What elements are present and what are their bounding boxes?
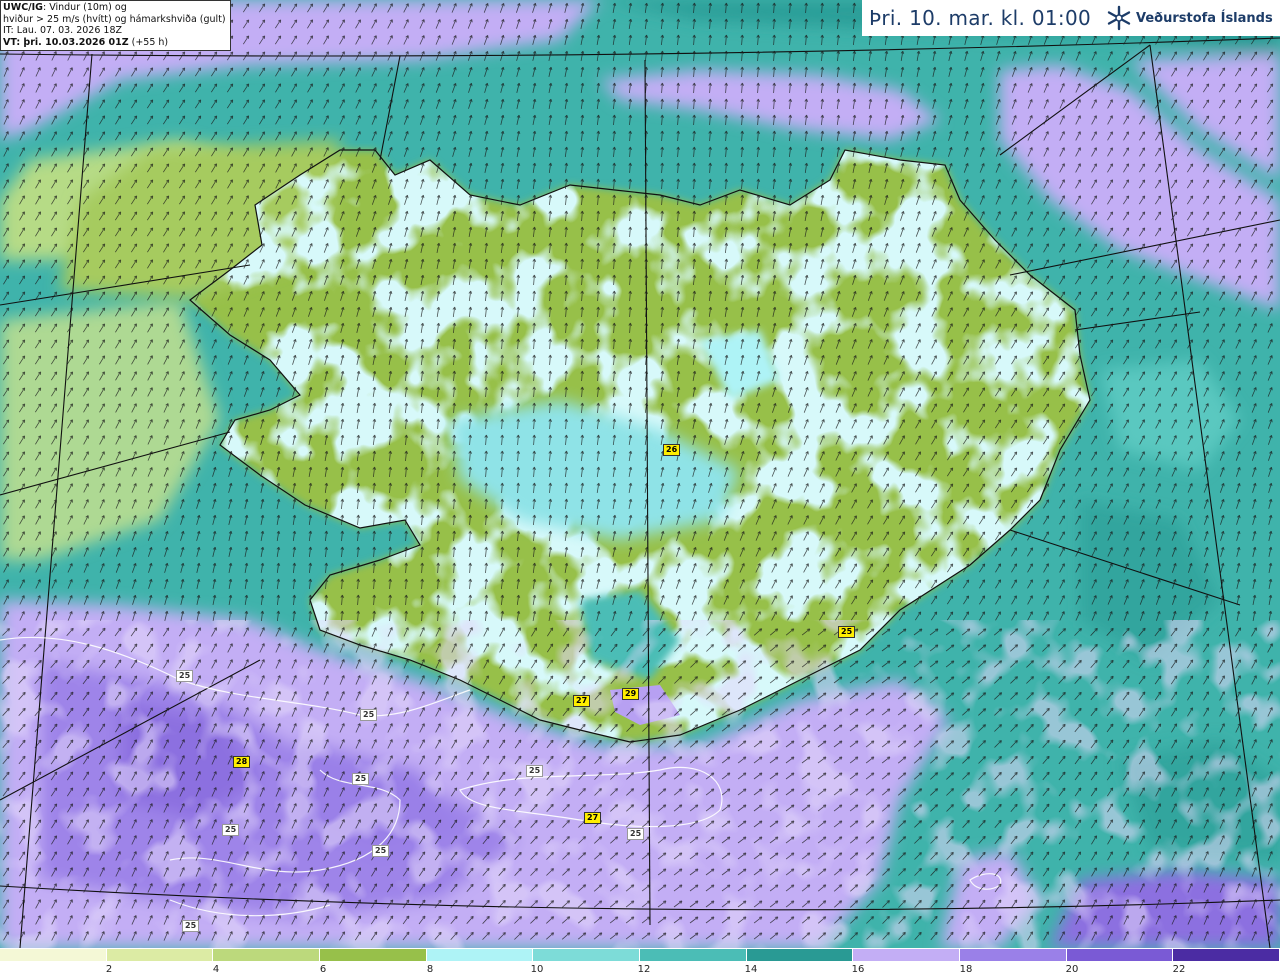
valid-time-title: Þri. 10. mar. kl. 01:00 xyxy=(869,6,1091,30)
gust-contour-label: 25 xyxy=(372,845,390,857)
legend-tick: 20 xyxy=(1065,964,1079,975)
wind-speed-legend: 2 4 6 8 10 12 14 16 18 20 22 xyxy=(0,948,1280,978)
weather-map xyxy=(0,0,1280,948)
legend-tick: 4 xyxy=(212,964,220,975)
info-line2: hviður > 25 m/s (hvítt) og hámarkshviða … xyxy=(3,13,226,25)
gust-contour-label: 25 xyxy=(627,828,645,840)
legend-tick: 6 xyxy=(319,964,327,975)
header-bar: Þri. 10. mar. kl. 01:00 Veðurstofa Íslan… xyxy=(862,0,1280,36)
brand: Veðurstofa Íslands xyxy=(1105,4,1273,32)
legend-color-segment xyxy=(533,949,640,961)
gust-contour-label: 25 xyxy=(222,824,240,836)
gust-contour-label: 25 xyxy=(182,920,200,932)
gust-contour-label: 25 xyxy=(360,709,378,721)
info-line3: IT: Lau. 07. 03. 2026 18Z xyxy=(3,25,123,36)
legend-color-segment xyxy=(106,949,214,961)
legend-color-segment xyxy=(1173,949,1280,961)
gust-max-label: 27 xyxy=(584,812,602,824)
legend-tick: 10 xyxy=(530,964,544,975)
legend-tick: 16 xyxy=(851,964,865,975)
legend-color-segment xyxy=(426,949,534,961)
brand-name: Veðurstofa Íslands xyxy=(1136,10,1273,26)
model-info-box: UWC/IG: Vindur (10m) og hviður > 25 m/s … xyxy=(0,0,231,51)
snowflake-logo-icon xyxy=(1107,5,1131,31)
legend-tick: 14 xyxy=(744,964,758,975)
legend-tick: 8 xyxy=(426,964,434,975)
gust-max-label: 25 xyxy=(838,626,856,638)
gust-max-label: 26 xyxy=(663,444,681,456)
legend-color-segment xyxy=(853,949,960,961)
legend-color-segment xyxy=(959,949,1067,961)
lead-time: (+55 h) xyxy=(128,36,169,48)
legend-tick: 2 xyxy=(105,964,113,975)
gust-contour-label: 25 xyxy=(526,765,544,777)
legend-tick: 22 xyxy=(1172,964,1186,975)
valid-time-label: VT: þri. 10.03.2026 01Z xyxy=(3,36,129,48)
legend-color-segment xyxy=(319,949,427,961)
legend-color-segment xyxy=(0,949,107,961)
legend-tick: 18 xyxy=(959,964,973,975)
legend-color-segment xyxy=(213,949,320,961)
gust-max-label: 27 xyxy=(573,695,591,707)
legend-colorbar xyxy=(0,949,1280,961)
legend-tick: 12 xyxy=(637,964,651,975)
gust-max-label: 29 xyxy=(622,688,640,700)
gust-contour-label: 25 xyxy=(352,773,370,785)
gust-contour-label: 25 xyxy=(176,670,194,682)
legend-color-segment xyxy=(639,949,747,961)
legend-color-segment xyxy=(746,949,854,961)
legend-color-segment xyxy=(1066,949,1174,961)
model-label: UWC/IG xyxy=(3,2,43,13)
info-line1: : Vindur (10m) og xyxy=(42,2,127,13)
gust-max-label: 28 xyxy=(233,756,251,768)
